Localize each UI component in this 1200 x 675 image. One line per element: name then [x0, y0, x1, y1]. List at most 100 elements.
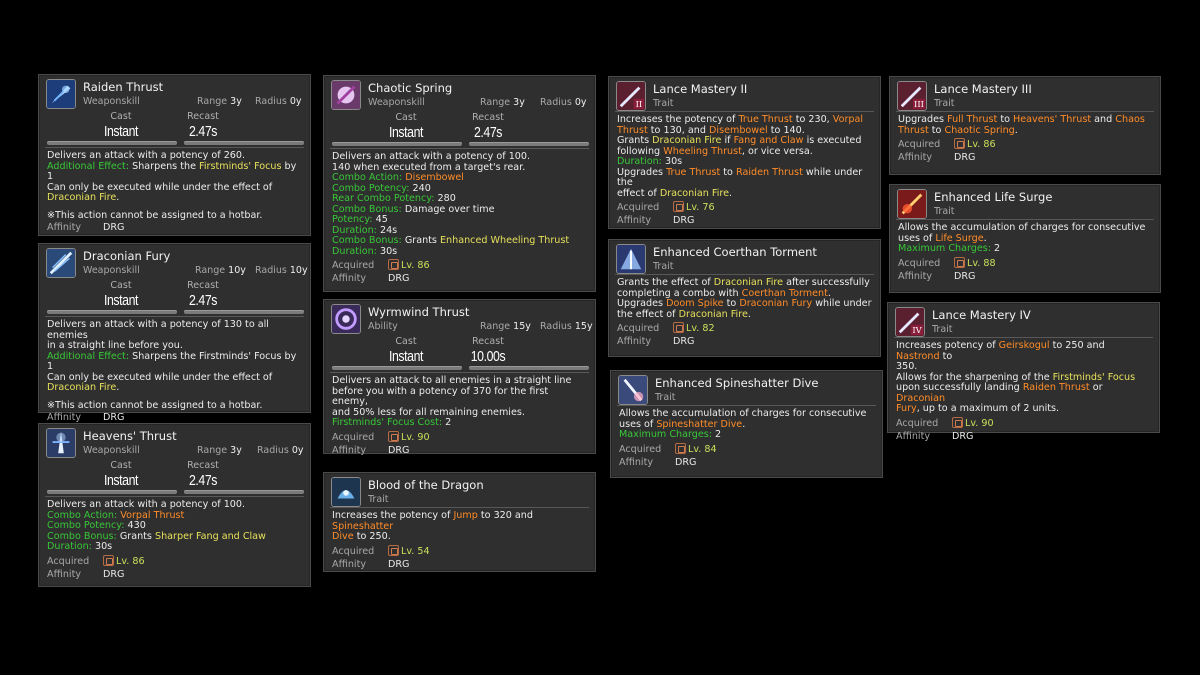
trait-title: Enhanced Life Surge	[934, 190, 1053, 204]
range-label: Range 3y	[197, 445, 242, 456]
svg-text:III: III	[914, 99, 924, 109]
cast-bar	[332, 142, 462, 146]
action-title: Raiden Thrust	[83, 80, 164, 94]
blood-of-the-dragon-icon	[331, 477, 361, 507]
job-level-icon	[673, 201, 684, 212]
action-type: Weaponskill	[83, 445, 140, 456]
acquired-row: Acquired Lv. 84 Affinity DRG	[619, 442, 717, 468]
lance-mastery-iv-icon: IV	[895, 307, 925, 337]
trait-type: Trait	[934, 98, 955, 109]
trait-title: Lance Mastery II	[653, 82, 748, 96]
recast-label: Recast	[472, 336, 504, 347]
trait-title: Lance Mastery III	[934, 82, 1032, 96]
lance-mastery-ii-icon: II	[616, 81, 646, 111]
acquired-row: Acquired Lv. 90 Affinity DRG	[332, 430, 430, 456]
job-level-icon	[954, 256, 965, 268]
tooltip-draconian-fury: Draconian Fury Weaponskill Range 10y Rad…	[38, 243, 311, 423]
acquired-row: Acquired Lv. 86 Affinity DRG	[332, 259, 430, 284]
acquired-row: Acquired Lv. 86 Affinity DRG	[47, 554, 145, 580]
svg-text:II: II	[636, 99, 643, 109]
affinity-row: Affinity DRG	[47, 221, 125, 233]
lance-mastery-iii-icon: III	[897, 81, 927, 111]
action-title: Chaotic Spring	[368, 81, 453, 95]
enhanced-life-surge-icon	[897, 189, 927, 219]
cast-bar	[332, 366, 462, 370]
tooltip-raiden-thrust: Raiden Thrust Weaponskill Range 3y Radiu…	[38, 74, 311, 236]
range-label: Range 15y	[480, 321, 531, 332]
recast-bar	[184, 141, 304, 145]
tooltip-lance-mastery-ii: II Lance Mastery II Trait Increases the …	[608, 76, 881, 229]
draconian-fury-icon	[46, 248, 76, 278]
recast-label: Recast	[187, 111, 219, 122]
job-level-icon	[675, 442, 686, 454]
description: Increases potency of Geirskogul to 250 a…	[896, 340, 1136, 414]
radius-label: Radius 0y	[257, 445, 304, 456]
radius-label: Radius 0y	[255, 96, 302, 107]
chaotic-spring-icon	[331, 80, 361, 110]
recast-bar	[184, 310, 304, 314]
description: Allows the accumulation of charges for c…	[898, 222, 1146, 254]
trait-title: Enhanced Coerthan Torment	[653, 245, 817, 259]
recast-label: Recast	[472, 112, 504, 123]
cast-label: Cast	[110, 280, 132, 291]
cast-bar	[47, 490, 177, 494]
acquired-row: Acquired Lv. 54 Affinity DRG	[332, 544, 430, 570]
tooltip-enhanced-life-surge: Enhanced Life Surge Trait Allows the acc…	[889, 184, 1161, 293]
job-level-icon	[103, 554, 114, 566]
cast-value: Instant	[388, 348, 424, 365]
description: Delivers an attack with a potency of 100…	[47, 499, 266, 552]
tooltip-heavens-thrust: Heavens' Thrust Weaponskill Range 3y Rad…	[38, 423, 311, 587]
description: Increases the potency of Jump to 320 and…	[332, 510, 533, 542]
tooltip-lance-mastery-iii: III Lance Mastery III Trait Upgrades Ful…	[889, 76, 1161, 175]
description: Delivers an attack with a potency of 100…	[332, 151, 570, 257]
recast-bar	[184, 490, 304, 494]
cast-value: Instant	[103, 123, 139, 140]
acquired-row: Acquired Lv. 90 Affinity DRG	[896, 416, 994, 442]
action-type: Weaponskill	[83, 96, 140, 107]
tooltip-wyrmwind-thrust: Wyrmwind Thrust Ability Range 15y Radius…	[323, 299, 596, 456]
range-label: Range 3y	[480, 97, 525, 108]
trait-type: Trait	[368, 494, 389, 505]
trait-type: Trait	[653, 98, 674, 109]
recast-value: 2.47s	[188, 292, 218, 309]
job-level-icon	[673, 322, 684, 333]
action-title: Heavens' Thrust	[83, 429, 177, 443]
radius-label: Radius 10y	[255, 265, 308, 276]
tooltip-blood-of-the-dragon: Blood of the Dragon Trait Increases the …	[323, 472, 596, 572]
cast-label: Cast	[110, 460, 132, 471]
cast-label: Cast	[395, 112, 417, 123]
action-title: Wyrmwind Thrust	[368, 305, 470, 319]
description: Delivers an attack with a potency of 260…	[47, 150, 297, 203]
svg-text:IV: IV	[912, 325, 922, 335]
radius-label: Radius 15y	[540, 321, 593, 332]
radius-label: Radius 0y	[540, 97, 587, 108]
acquired-row: Acquired Lv. 76 Affinity DRG	[617, 201, 715, 226]
raiden-thrust-icon	[46, 79, 76, 109]
recast-value: 2.47s	[188, 472, 218, 489]
enhanced-spineshatter-dive-icon	[618, 375, 648, 405]
job-level-icon	[388, 430, 399, 442]
cast-value: Instant	[103, 472, 139, 489]
recast-value: 2.47s	[188, 123, 218, 140]
recast-value: 10.00s	[470, 348, 506, 365]
trait-title: Lance Mastery IV	[932, 308, 1031, 322]
hotbar-note: ※This action cannot be assigned to a hot…	[47, 399, 263, 411]
cast-bar	[47, 141, 177, 145]
action-type: Weaponskill	[368, 97, 425, 108]
job-level-icon	[954, 138, 965, 149]
trait-type: Trait	[932, 324, 953, 335]
job-level-icon	[952, 416, 963, 428]
action-type: Weaponskill	[83, 265, 140, 276]
recast-label: Recast	[187, 280, 219, 291]
wyrmwind-thrust-icon	[331, 304, 361, 334]
acquired-row: Acquired Lv. 88 Affinity DRG	[898, 256, 996, 282]
description: Delivers an attack to all enemies in a s…	[332, 375, 572, 428]
tooltip-chaotic-spring: Chaotic Spring Weaponskill Range 3y Radi…	[323, 75, 596, 292]
description: Allows the accumulation of charges for c…	[619, 408, 867, 440]
heavens-thrust-icon	[46, 428, 76, 458]
description: Upgrades Full Thrust to Heavens' Thrust …	[898, 114, 1145, 136]
description: Grants the effect of Draconian Fire afte…	[617, 277, 872, 320]
tooltip-enhanced-coerthan-torment: Enhanced Coerthan Torment Trait Grants t…	[608, 239, 881, 357]
acquired-row: Acquired Lv. 86 Affinity DRG	[898, 138, 996, 163]
range-label: Range 10y	[195, 265, 246, 276]
